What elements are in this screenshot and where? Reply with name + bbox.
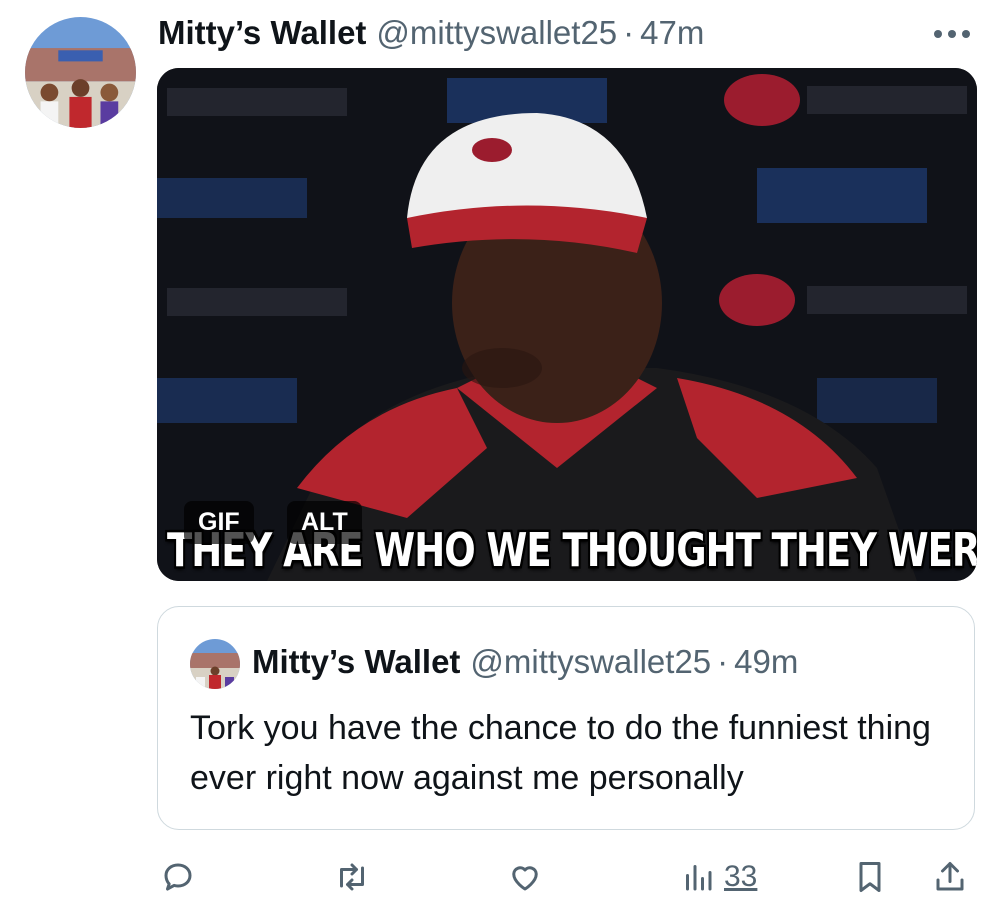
bookmark-icon xyxy=(859,862,881,892)
like-button[interactable] xyxy=(507,852,543,902)
tweet-media-gif[interactable]: THEY ARE WHO WE THOUGHT THEY WERE! GIF A… xyxy=(157,68,977,581)
views-icon xyxy=(686,865,712,891)
gif-frame-image xyxy=(157,68,977,581)
avatar-image xyxy=(25,17,136,128)
quoted-tweet-text: Tork you have the chance to do the funni… xyxy=(190,709,931,797)
quoted-separator-dot: · xyxy=(717,643,729,680)
tweet-time[interactable]: 47m xyxy=(640,14,704,52)
bookmark-button[interactable] xyxy=(852,852,888,902)
quoted-tweet-time[interactable]: 49m xyxy=(734,643,798,681)
quoted-author-name[interactable]: Mitty’s Wallet xyxy=(252,643,460,681)
share-icon xyxy=(936,862,964,891)
alt-badge[interactable]: ALT xyxy=(287,501,362,544)
separator-dot: · xyxy=(623,14,635,51)
retweet-button[interactable] xyxy=(334,852,370,902)
author-name[interactable]: Mitty’s Wallet xyxy=(158,14,366,52)
gif-badge: GIF xyxy=(184,501,254,544)
quoted-avatar-image xyxy=(190,639,240,689)
quoted-tweet-header: Mitty’s Wallet @mittyswallet25 · 49m xyxy=(252,643,798,681)
reply-icon xyxy=(164,863,192,891)
quoted-author-avatar[interactable] xyxy=(190,639,240,689)
reply-button[interactable] xyxy=(160,852,196,902)
tweet-header: Mitty’s Wallet @mittyswallet25 · 47m xyxy=(158,10,704,56)
share-button[interactable] xyxy=(932,852,968,902)
views-button[interactable]: 33 xyxy=(680,852,757,902)
views-count[interactable]: 33 xyxy=(724,860,757,894)
retweet-icon xyxy=(340,863,364,891)
more-options-icon[interactable] xyxy=(932,14,972,54)
like-icon xyxy=(512,866,538,891)
author-avatar[interactable] xyxy=(25,17,136,128)
quoted-author-handle[interactable]: @mittyswallet25 xyxy=(470,643,711,681)
tweet-action-bar: 33 xyxy=(0,852,1000,902)
author-handle[interactable]: @mittyswallet25 xyxy=(376,14,617,52)
